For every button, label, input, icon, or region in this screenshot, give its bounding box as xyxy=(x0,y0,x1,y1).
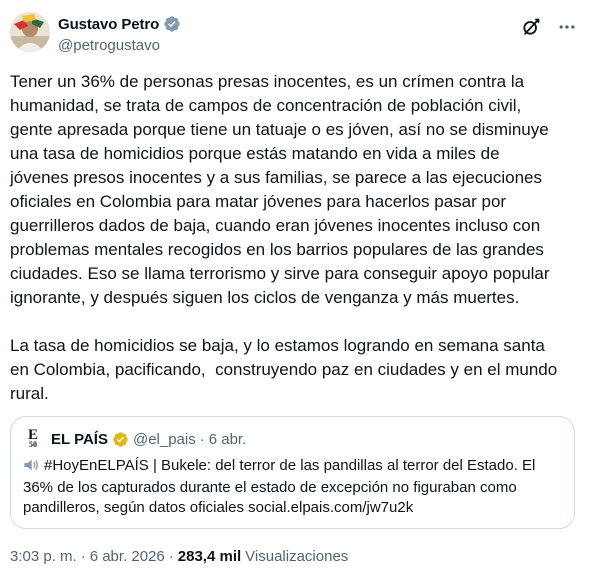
tweet-date[interactable]: 6 abr. 2026 xyxy=(90,548,165,565)
more-icon[interactable] xyxy=(556,16,578,38)
tweet-header: Gustavo Petro @petrogustavo xyxy=(10,12,578,56)
verified-badge-icon[interactable] xyxy=(163,15,181,33)
views-count[interactable]: 283,4 mil xyxy=(178,548,241,565)
quoted-author-name: EL PAÍS xyxy=(51,430,108,448)
header-actions xyxy=(520,16,578,38)
quoted-tweet-header: E 50 EL PAÍS @el_pais · 6 abr. xyxy=(23,428,562,449)
separator: · xyxy=(199,430,205,448)
separator: · xyxy=(168,548,174,565)
tweet-time[interactable]: 3:03 p. m. xyxy=(10,548,77,565)
avatar-image xyxy=(10,12,50,52)
name-row: Gustavo Petro xyxy=(58,14,181,34)
el-pais-logo-icon: E 50 xyxy=(23,428,43,449)
grok-icon[interactable] xyxy=(520,16,542,38)
tweet: Gustavo Petro @petrogustavo Tener un 36%… xyxy=(0,0,590,586)
quoted-tweet-text: #HoyEnELPAÍS | Bukele: del terror de las… xyxy=(23,456,562,518)
avatar[interactable] xyxy=(10,12,50,52)
author-handle[interactable]: @petrogustavo xyxy=(58,37,181,54)
tweet-text: Tener un 36% de personas presas inocente… xyxy=(10,72,558,403)
logo-number: 50 xyxy=(29,440,37,449)
tweet-meta: 3:03 p. m. · 6 abr. 2026 · 283,4 mil Vis… xyxy=(10,548,348,565)
gold-verified-badge-icon xyxy=(112,431,129,448)
quoted-date: 6 abr. xyxy=(208,430,247,448)
author-info: Gustavo Petro @petrogustavo xyxy=(58,12,181,54)
quoted-author-handle: @el_pais xyxy=(132,430,196,448)
quoted-tweet[interactable]: E 50 EL PAÍS @el_pais · 6 abr. #HoyEnELP… xyxy=(10,416,575,529)
quoted-text-content: #HoyEnELPAÍS | Bukele: del terror de las… xyxy=(23,457,536,516)
separator: · xyxy=(80,548,86,565)
views-label: Visualizaciones xyxy=(245,548,349,565)
author-name[interactable]: Gustavo Petro xyxy=(58,16,159,33)
speaker-icon xyxy=(23,458,40,478)
